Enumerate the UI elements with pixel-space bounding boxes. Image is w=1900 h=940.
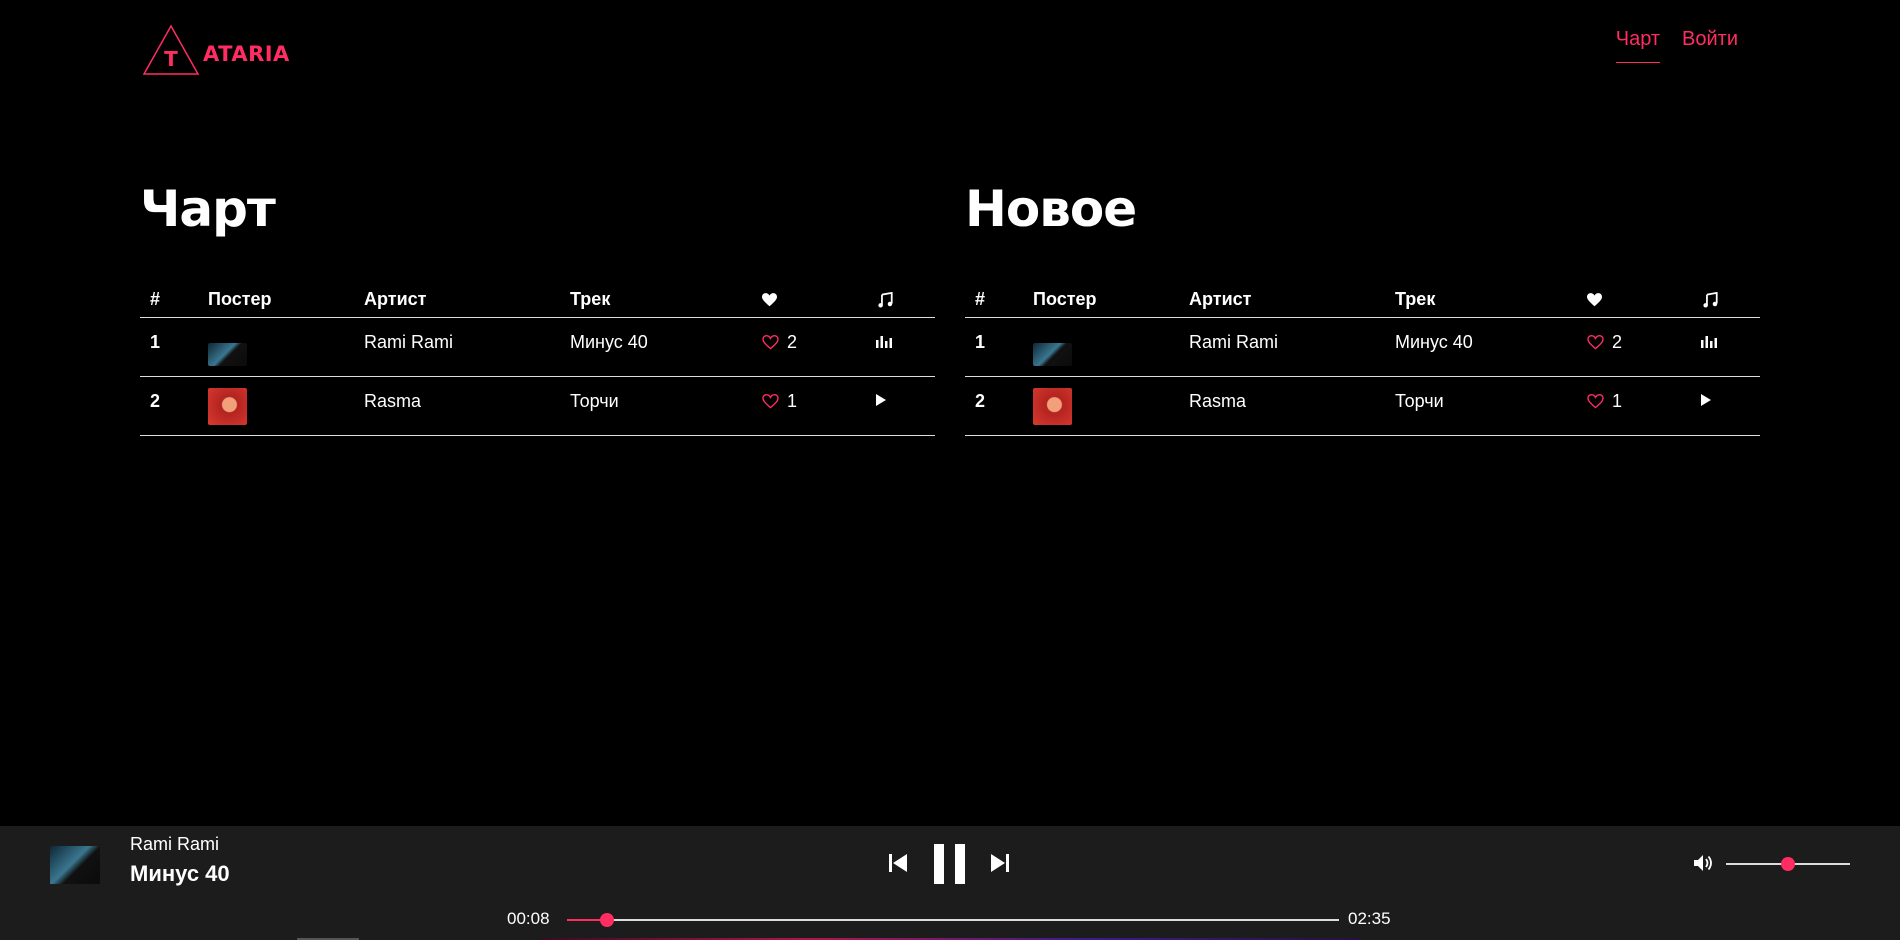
music-note-icon: [878, 291, 893, 308]
play-button[interactable]: [1693, 377, 1760, 406]
volume-handle[interactable]: [1781, 857, 1795, 871]
playing-indicator[interactable]: [1693, 318, 1760, 348]
volume-slider[interactable]: [1726, 857, 1850, 871]
col-play-header: [1693, 291, 1760, 308]
row-number: 1: [975, 332, 986, 352]
nav-chart-link[interactable]: Чарт: [1615, 28, 1661, 63]
row-number: 2: [975, 391, 986, 411]
col-poster-header: Постер: [208, 289, 272, 309]
section-title: Новое: [965, 180, 1137, 238]
now-playing-artist: Rami Rami: [130, 834, 220, 854]
table-row[interactable]: 2 Rasma Торчи 1: [140, 377, 935, 436]
poster-thumbnail: [1033, 342, 1072, 366]
heart-outline-icon: [762, 335, 779, 350]
poster-thumbnail: [1033, 387, 1072, 425]
col-artist-header: Артист: [364, 289, 427, 309]
row-number: 1: [150, 332, 161, 352]
like-button[interactable]: 1: [762, 377, 868, 412]
col-play-header: [868, 291, 935, 308]
col-artist-header: Артист: [1189, 289, 1252, 309]
like-count: 1: [787, 391, 798, 411]
table-header: # Постер Артист Трек: [965, 282, 1760, 318]
poster-cell: [1033, 387, 1189, 425]
duration: 02:35: [1348, 909, 1391, 928]
volume-icon[interactable]: [1694, 854, 1714, 872]
artist-name[interactable]: Rami Rami: [364, 318, 570, 353]
nav-login-link[interactable]: Войти: [1682, 28, 1738, 63]
track-table: # Постер Артист Трек 1 Rami Rami Минус 4…: [140, 282, 935, 436]
brand-name: ATARIA: [203, 42, 290, 66]
like-count: 2: [1612, 332, 1623, 352]
col-track-header: Трек: [570, 289, 611, 309]
section-title: Чарт: [140, 180, 276, 238]
artist-name[interactable]: Rami Rami: [1189, 318, 1395, 353]
logo-triangle-icon: T: [142, 24, 200, 75]
row-number: 2: [150, 391, 161, 411]
col-track-header: Трек: [1395, 289, 1436, 309]
chart-section: Чарт # Постер Артист Трек 1 Rami Rami Ми…: [140, 178, 935, 436]
music-note-icon: [1703, 291, 1718, 308]
player-bar: Rami Rami Минус 40 00:08 02:35: [0, 826, 1900, 940]
heart-icon: [762, 292, 777, 306]
like-count: 1: [1612, 391, 1623, 411]
previous-button[interactable]: [888, 853, 908, 873]
artist-name[interactable]: Rasma: [1189, 377, 1395, 412]
table-row[interactable]: 2 Rasma Торчи 1: [965, 377, 1760, 436]
col-poster-header: Постер: [1033, 289, 1097, 309]
play-icon: [1701, 394, 1711, 406]
track-table: # Постер Артист Трек 1 Rami Rami Минус 4…: [965, 282, 1760, 436]
artist-name[interactable]: Rasma: [364, 377, 570, 412]
progress-bar[interactable]: [567, 913, 1339, 927]
like-button[interactable]: 1: [1587, 377, 1693, 412]
top-nav: Чарт Войти: [1615, 28, 1738, 63]
logo-letter: T: [164, 47, 178, 71]
current-time: 00:08: [507, 909, 550, 928]
track-name[interactable]: Минус 40: [1395, 318, 1587, 353]
new-section: Новое # Постер Артист Трек 1 Rami Rami М…: [965, 178, 1760, 436]
heart-outline-icon: [1587, 394, 1604, 409]
like-button[interactable]: 2: [1587, 318, 1693, 353]
track-name[interactable]: Торчи: [570, 377, 762, 412]
table-row[interactable]: 1 Rami Rami Минус 40 2: [140, 318, 935, 377]
track-name[interactable]: Торчи: [1395, 377, 1587, 412]
poster-cell: [1033, 329, 1189, 366]
poster-thumbnail: [208, 342, 247, 366]
table-header: # Постер Артист Трек: [140, 282, 935, 318]
progress-handle[interactable]: [600, 913, 615, 927]
heart-icon: [1587, 292, 1602, 306]
col-num-header: #: [975, 289, 986, 309]
logo[interactable]: T ATARIA: [142, 24, 290, 76]
header: T ATARIA Чарт Войти: [0, 0, 1900, 110]
playing-indicator[interactable]: [868, 318, 935, 348]
track-name[interactable]: Минус 40: [570, 318, 762, 353]
like-count: 2: [787, 332, 798, 352]
next-button[interactable]: [990, 853, 1010, 873]
heart-outline-icon: [1587, 335, 1604, 350]
col-likes-header: [762, 292, 868, 307]
equalizer-icon: [1701, 336, 1717, 348]
pause-button[interactable]: [934, 844, 966, 884]
now-playing-cover: [50, 846, 100, 884]
play-icon: [876, 394, 886, 406]
now-playing-track: Минус 40: [130, 861, 230, 886]
table-row[interactable]: 1 Rami Rami Минус 40 2: [965, 318, 1760, 377]
play-button[interactable]: [868, 377, 935, 406]
like-button[interactable]: 2: [762, 318, 868, 353]
col-likes-header: [1587, 292, 1693, 307]
poster-cell: [208, 387, 364, 425]
poster-cell: [208, 329, 364, 366]
heart-outline-icon: [762, 394, 779, 409]
col-num-header: #: [150, 289, 161, 309]
poster-thumbnail: [208, 387, 247, 425]
equalizer-icon: [876, 336, 892, 348]
